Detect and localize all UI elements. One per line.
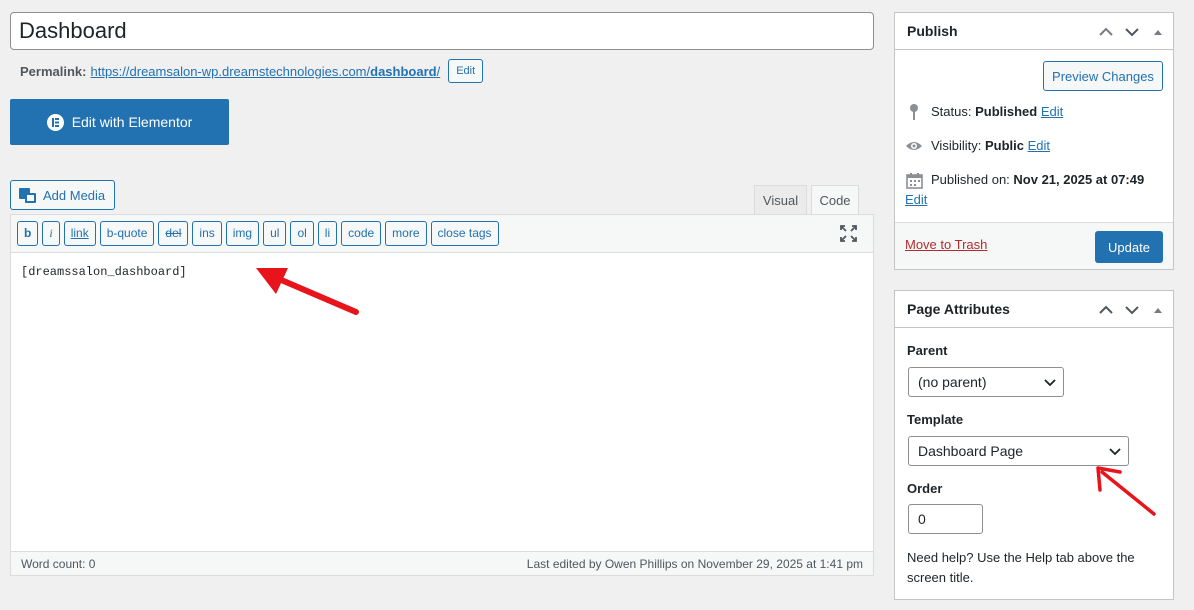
order-input[interactable]: 0 xyxy=(908,504,983,534)
template-select[interactable]: Dashboard Page xyxy=(908,436,1129,466)
chevron-down-icon[interactable] xyxy=(1121,299,1143,321)
chevron-down-icon xyxy=(1044,379,1056,387)
visibility-label: Visibility: xyxy=(931,138,982,153)
publish-footer: Move to Trash Update xyxy=(895,222,1173,269)
content-textarea[interactable]: [dreamssalon_dashboard] xyxy=(11,253,873,551)
qt-italic-button[interactable]: i xyxy=(42,221,60,246)
qt-ol-button[interactable]: ol xyxy=(290,221,314,246)
visibility-row: Visibility: Public Edit xyxy=(905,137,1167,155)
status-edit-link[interactable]: Edit xyxy=(1041,104,1063,119)
add-media-button[interactable]: Add Media xyxy=(10,180,115,210)
parent-select[interactable]: (no parent) xyxy=(908,367,1064,397)
qt-close-tags-button[interactable]: close tags xyxy=(430,221,499,246)
media-icon xyxy=(19,187,37,203)
fullscreen-icon[interactable] xyxy=(840,225,857,242)
eye-icon xyxy=(905,137,923,155)
permalink-slug: dashboard xyxy=(370,63,437,79)
tab-code[interactable]: Code xyxy=(811,185,859,215)
published-edit-link[interactable]: Edit xyxy=(905,192,927,207)
editor-status-bar: Word count: 0 Last edited by Owen Philli… xyxy=(11,551,873,575)
qt-blockquote-button[interactable]: b-quote xyxy=(99,221,155,246)
permalink-row: Permalink: https://dreamsalon-wp.dreamst… xyxy=(20,58,484,84)
publish-title: Publish xyxy=(907,23,958,39)
publish-box-header: Publish xyxy=(895,13,1173,50)
page-attributes-box: Page Attributes Parent (no parent) Templ… xyxy=(894,290,1174,600)
status-row: Status: Published Edit xyxy=(905,103,1167,121)
qt-ul-button[interactable]: ul xyxy=(263,221,287,246)
last-edited: Last edited by Owen Phillips on November… xyxy=(526,556,863,571)
qt-ins-button[interactable]: ins xyxy=(192,221,222,246)
code-editor: b i link b-quote del ins img ul ol li co… xyxy=(10,214,874,576)
chevron-down-icon[interactable] xyxy=(1121,21,1143,43)
order-label: Order xyxy=(907,481,943,496)
qt-code-button[interactable]: code xyxy=(341,221,382,246)
published-label: Published on: xyxy=(931,172,1010,187)
collapse-toggle-icon[interactable] xyxy=(1147,21,1169,43)
calendar-icon xyxy=(905,171,923,189)
parent-label: Parent xyxy=(907,343,948,358)
qt-img-button[interactable]: img xyxy=(225,221,260,246)
word-count: Word count: 0 xyxy=(21,556,96,571)
page-attributes-header: Page Attributes xyxy=(895,291,1173,328)
qt-li-button[interactable]: li xyxy=(317,221,338,246)
permalink-link[interactable]: https://dreamsalon-wp.dreamstechnologies… xyxy=(90,64,440,79)
qt-bold-button[interactable]: b xyxy=(17,221,39,246)
help-text: Need help? Use the Help tab above the sc… xyxy=(907,550,1135,585)
publish-box: Publish Preview Changes Status: Publishe… xyxy=(894,12,1174,270)
published-on-row: Published on: Nov 21, 2025 at 07:49 xyxy=(905,171,1167,189)
template-select-value: Dashboard Page xyxy=(918,443,1024,459)
parent-select-value: (no parent) xyxy=(918,374,987,390)
chevron-up-icon[interactable] xyxy=(1095,299,1117,321)
chevron-down-icon xyxy=(1109,448,1121,456)
visibility-edit-link[interactable]: Edit xyxy=(1028,138,1050,153)
collapse-toggle-icon[interactable] xyxy=(1147,299,1169,321)
move-to-trash-link[interactable]: Move to Trash xyxy=(905,237,987,252)
status-value: Published xyxy=(975,104,1038,119)
published-value: Nov 21, 2025 at 07:49 xyxy=(1013,172,1145,187)
quicktags-toolbar: b i link b-quote del ins img ul ol li co… xyxy=(11,215,873,253)
qt-more-button[interactable]: more xyxy=(385,221,427,246)
add-media-label: Add Media xyxy=(43,187,106,203)
update-button[interactable]: Update xyxy=(1095,231,1163,263)
permalink-edit-button[interactable]: Edit xyxy=(448,59,484,83)
visibility-value: Public xyxy=(984,138,1024,153)
tab-visual[interactable]: Visual xyxy=(754,185,807,215)
page-attributes-title: Page Attributes xyxy=(907,301,1010,317)
elementor-icon xyxy=(46,113,64,131)
permalink-trail: / xyxy=(436,63,441,79)
permalink-label: Permalink: xyxy=(20,63,87,79)
edit-with-elementor-button[interactable]: Edit with Elementor xyxy=(10,99,229,145)
qt-link-button[interactable]: link xyxy=(63,221,96,246)
qt-del-button[interactable]: del xyxy=(158,221,189,246)
preview-changes-button[interactable]: Preview Changes xyxy=(1043,61,1163,91)
chevron-up-icon[interactable] xyxy=(1095,21,1117,43)
permalink-base: https://dreamsalon-wp.dreamstechnologies… xyxy=(90,63,371,79)
status-label: Status: xyxy=(931,104,972,119)
pin-icon xyxy=(905,103,923,121)
edit-with-elementor-label: Edit with Elementor xyxy=(71,114,193,130)
post-title-input[interactable]: Dashboard xyxy=(10,12,874,50)
template-label: Template xyxy=(907,412,964,427)
